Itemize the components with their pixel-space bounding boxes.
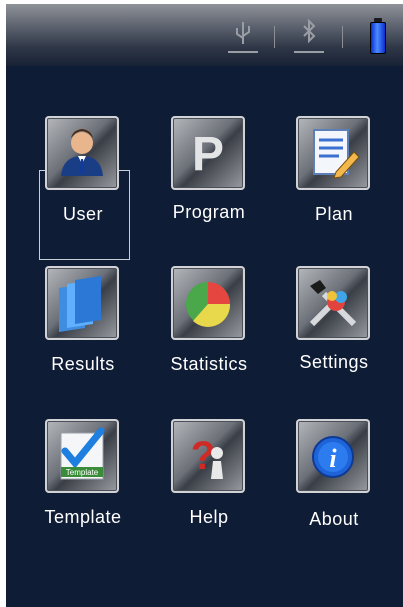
help-icon: ?	[171, 419, 245, 493]
menu-grid: User P Program Plan Results Statistics S…	[6, 66, 403, 607]
user-icon	[45, 116, 119, 190]
bluetooth-icon	[294, 18, 324, 53]
about-icon: i	[296, 419, 370, 493]
status-separator	[274, 26, 275, 48]
menu-item-label: Template	[44, 507, 122, 527]
svg-text:P: P	[192, 128, 224, 181]
settings-icon	[296, 266, 370, 340]
plan-icon	[296, 116, 370, 190]
usb-icon	[228, 22, 258, 53]
program-icon: P	[171, 116, 245, 190]
svg-text:?: ?	[191, 434, 215, 478]
statistics-icon	[171, 266, 245, 340]
svg-text:Template: Template	[66, 468, 99, 477]
menu-item-label: Program	[172, 202, 246, 222]
template-icon: Template	[45, 419, 119, 493]
menu-item-label: Results	[51, 354, 115, 374]
menu-item-label: Plan	[314, 204, 354, 224]
menu-item-label: Statistics	[170, 354, 248, 374]
results-icon	[45, 266, 119, 340]
menu-item-label: Settings	[299, 352, 369, 372]
menu-item-label: Help	[189, 507, 229, 527]
menu-item-label: User	[62, 204, 103, 224]
status-bar	[6, 4, 403, 66]
status-separator	[342, 26, 343, 48]
battery-icon	[370, 18, 386, 54]
home-screen: User P Program Plan Results Statistics S…	[6, 4, 403, 607]
svg-text:i: i	[329, 444, 337, 473]
menu-item-label: About	[309, 509, 359, 529]
